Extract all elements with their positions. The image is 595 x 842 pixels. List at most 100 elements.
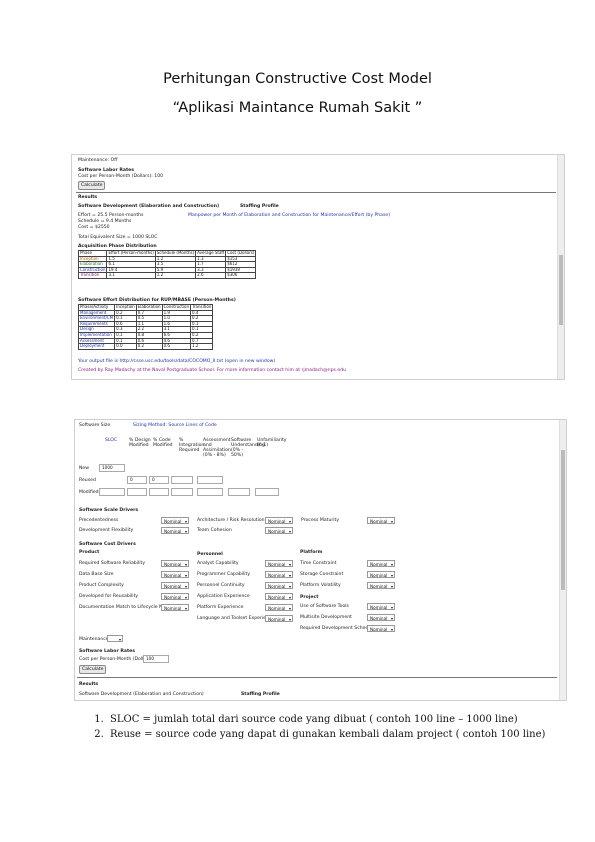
scale-drivers-title: Software Scale Drivers (79, 508, 139, 513)
driver-label: Time Constraint (300, 561, 337, 566)
driver-select[interactable]: Nominal (367, 560, 395, 568)
driver-label: Developed for Reusability (79, 594, 139, 599)
labor-rate-input[interactable]: 100 (143, 655, 169, 663)
divider (76, 192, 556, 193)
driver-select[interactable]: Nominal (367, 582, 395, 590)
size-column-header[interactable]: SLOC (105, 438, 129, 443)
table-cell: 2.6 (195, 272, 227, 279)
calculate-button[interactable]: Calculate (78, 181, 106, 190)
driver-label: Process Maturity (301, 518, 340, 523)
scrollbar[interactable] (559, 420, 566, 700)
driver-select[interactable]: Nominal (265, 604, 293, 612)
acquisition-table: Phase Effort (Person-months) Schedule (Mon… (77, 250, 257, 279)
reused-int-input[interactable] (171, 476, 193, 484)
scrollbar[interactable] (557, 155, 564, 379)
driver-select[interactable]: Nominal (161, 582, 189, 590)
size-label: Software Size (79, 423, 111, 428)
modified-aa-input[interactable] (197, 488, 223, 496)
driver-select[interactable]: Nominal (265, 615, 293, 623)
table-cell: 1.2 (154, 272, 197, 279)
driver-label: Required Development Schedule (300, 626, 376, 631)
driver-label: Architecture / Risk Resolution (197, 518, 265, 523)
labor-section-title: Software Labor Rates (78, 168, 135, 173)
phase-table: Phase/Activity Inception Elaboration Constr… (77, 304, 214, 350)
driver-label: Documentation Match to Lifecycle Needs (79, 605, 174, 610)
driver-select[interactable]: Nominal (161, 571, 189, 579)
table-row: Deployment 0.0 0.2 0.6 1.2 (77, 343, 214, 350)
driver-select[interactable]: Nominal (265, 571, 293, 579)
reused-code-input[interactable]: 0 (149, 476, 169, 484)
product-title: Product (79, 550, 100, 555)
size-column-header: % Code Modified (153, 438, 173, 448)
driver-select[interactable]: Nominal (161, 560, 189, 568)
personnel-title: Personnel (197, 552, 223, 557)
driver-select[interactable]: Nominal (161, 593, 189, 601)
driver-label: Programmer Capability (197, 572, 251, 577)
calculate-button[interactable]: Calculate (79, 665, 107, 674)
driver-select[interactable]: Nominal (367, 614, 395, 622)
modified-su-input[interactable] (228, 488, 250, 496)
size-column-header: Assessment and Assimilation (0% - 8%) (203, 438, 231, 458)
driver-label: Product Complexity (79, 583, 124, 588)
schedule-line: Schedule = 9.4 Months (78, 219, 132, 224)
driver-select[interactable]: Nominal (161, 604, 189, 612)
modified-code-input[interactable] (149, 488, 169, 496)
driver-label: Platform Experience (197, 605, 244, 610)
driver-label: Language and Toolset Experience (197, 616, 275, 621)
table-cell: 0.6 (161, 343, 192, 350)
effort-line: Effort = 25.5 Person-months (78, 213, 144, 218)
driver-select[interactable]: Nominal (367, 603, 395, 611)
driver-select[interactable]: Nominal (161, 527, 189, 535)
driver-select[interactable]: Nominal (265, 527, 293, 535)
maintenance-select[interactable] (107, 635, 123, 643)
input-form-screenshot: Software Size Sizing Method: Source Line… (74, 419, 567, 701)
driver-label: Analyst Capability (197, 561, 239, 566)
project-title: Project (300, 595, 319, 600)
table-cell: 1.2 (190, 343, 214, 350)
size-column-header: Software Understanding (0% - 50%) (231, 438, 265, 458)
dev-label: Software Development (Elaboration and Co… (79, 692, 204, 697)
driver-label: Multisite Development (300, 615, 352, 620)
output-file-link[interactable]: Your output file is http://csse.usc.edu/… (78, 359, 275, 364)
staffing-label: Staffing Profile (241, 692, 280, 697)
results-title: Results (78, 195, 98, 200)
staffing-note: Manpower per Month of Elaboration and Co… (188, 213, 391, 218)
driver-label: Personnel Continuity (197, 583, 245, 588)
driver-label: Storage Constraint (300, 572, 344, 577)
size-column-header: Unfamiliarity (0-1) (257, 438, 287, 448)
driver-label: Data Base Size (79, 572, 114, 577)
driver-select[interactable]: Nominal (161, 517, 189, 525)
driver-select[interactable]: Nominal (265, 593, 293, 601)
note-item: Reuse = source code yang dapat di gunaka… (107, 727, 587, 742)
new-sloc-input[interactable]: 1000 (99, 464, 125, 472)
driver-select[interactable]: Nominal (367, 571, 395, 579)
modified-sloc-input[interactable] (99, 488, 125, 496)
driver-select[interactable]: Nominal (265, 517, 293, 525)
staffing-label: Staffing Profile (240, 204, 279, 209)
dev-label: Software Development (Elaboration and Co… (78, 204, 220, 209)
table-cell: Transition (77, 272, 108, 279)
driver-label: Team Cohesion (197, 528, 232, 533)
table-cell: 3.1 (106, 272, 156, 279)
row-modified-label: Modified (79, 490, 99, 495)
modified-int-input[interactable] (171, 488, 193, 496)
driver-select[interactable]: Nominal (265, 582, 293, 590)
driver-select[interactable]: Nominal (265, 560, 293, 568)
reused-design-input[interactable]: 0 (127, 476, 147, 484)
document-title: Perhitungan Constructive Cost Model (163, 71, 432, 87)
sizing-method[interactable]: Sizing Method: Source Lines of Code (133, 423, 217, 428)
credits-line: Created by Ray Madachy at the Naval Post… (78, 368, 347, 373)
labor-line: Cost per Person-Month (Dollars) (79, 657, 153, 662)
driver-label: Platform Volatility (300, 583, 341, 588)
table-row: Transition 3.1 1.2 2.6 $306 (77, 272, 257, 279)
size-column-header: % Integration Required (179, 438, 205, 453)
modified-design-input[interactable] (127, 488, 147, 496)
driver-select[interactable]: Nominal (367, 517, 395, 525)
driver-select[interactable]: Nominal (367, 625, 395, 633)
cost-drivers-title: Software Cost Drivers (79, 542, 136, 547)
modified-unfm-input[interactable] (255, 488, 279, 496)
maintenance-label: Maintenance: Off (78, 158, 118, 163)
note-item: SLOC = jumlah total dari source code yan… (107, 712, 587, 727)
cost-line: Cost = $2550 (78, 225, 110, 230)
reused-aa-input[interactable] (197, 476, 223, 484)
